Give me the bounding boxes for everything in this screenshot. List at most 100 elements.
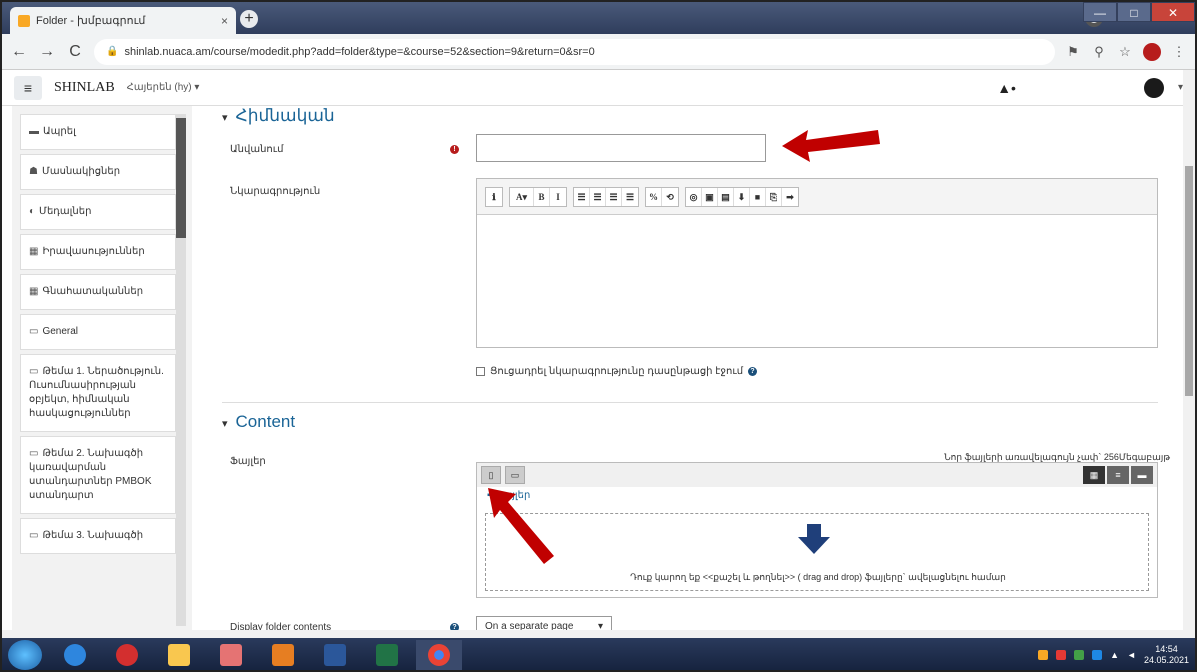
more-menu-icon[interactable]: ⋮ bbox=[1171, 44, 1187, 60]
notifications-icon[interactable]: ▲• bbox=[997, 80, 1016, 96]
editor-emoji-button[interactable]: ◎ bbox=[686, 187, 702, 206]
address-bar[interactable]: 🔒 shinlab.nuaca.am/course/modedit.php?ad… bbox=[94, 38, 1055, 65]
tray-app-icon[interactable] bbox=[1056, 650, 1067, 660]
sidebar-item-icon: ▭ bbox=[29, 326, 39, 337]
page-scrollbar[interactable] bbox=[1183, 70, 1195, 630]
create-folder-icon[interactable]: ▭ bbox=[505, 466, 525, 484]
new-tab-button[interactable]: + bbox=[240, 10, 258, 28]
editor-image-button[interactable]: ▣ bbox=[702, 187, 718, 206]
site-brand[interactable]: SHINLAB bbox=[54, 80, 115, 96]
editor-indent-button[interactable]: ☰ bbox=[622, 188, 638, 206]
description-label: Նկարագրություն bbox=[230, 186, 321, 197]
editor-style-button[interactable]: A▾ bbox=[510, 187, 534, 206]
help-icon[interactable]: ? bbox=[450, 623, 459, 630]
taskbar-clock[interactable]: 14:54 24.05.2021 bbox=[1144, 644, 1189, 666]
sidebar-item-label: Իրավասություններ bbox=[42, 246, 145, 257]
editor-record-video-button[interactable]: ■ bbox=[750, 187, 766, 206]
sidebar-item[interactable]: ▭ Թեմա 1. Ներածություն. Ուսումնասիրության… bbox=[20, 354, 176, 432]
section-general-header[interactable]: ▾ Հիմնական bbox=[222, 106, 335, 126]
taskbar-explorer[interactable] bbox=[156, 640, 202, 670]
sidebar-item-label: Մեդալներ bbox=[39, 206, 92, 217]
section-divider bbox=[222, 402, 1158, 403]
icon-view-button[interactable]: ▦ bbox=[1083, 466, 1105, 484]
editor-italic-button[interactable]: I bbox=[550, 188, 566, 206]
browser-tabbar: Folder - խմբագրում × + — □ ✕ bbox=[2, 2, 1195, 34]
sidebar-item-label: Ապրել bbox=[43, 126, 76, 137]
sidebar-item[interactable]: ▭ Թեմա 2. Նախագծի կառավարման ստանդարտներ … bbox=[20, 436, 176, 514]
user-avatar[interactable] bbox=[1143, 77, 1164, 98]
user-name-area[interactable] bbox=[1030, 83, 1130, 93]
close-window-button[interactable]: ✕ bbox=[1151, 2, 1195, 22]
taskbar-chrome[interactable] bbox=[416, 640, 462, 670]
drag-drop-zone[interactable]: Դուք կարող եք <<քաշել և թողնել>> ( drag … bbox=[485, 513, 1149, 591]
sidebar-item[interactable]: ▦ Իրավասություններ bbox=[20, 234, 176, 270]
volume-icon[interactable]: ◄ bbox=[1127, 650, 1136, 660]
page-scroll-thumb[interactable] bbox=[1185, 166, 1193, 396]
back-arrow-icon[interactable]: ← bbox=[10, 43, 28, 61]
reload-icon[interactable]: C bbox=[66, 43, 84, 61]
maximize-button[interactable]: □ bbox=[1117, 2, 1151, 22]
site-navbar: ≡ SHINLAB Հայերեն (hy) ▾ ▲• ▾ bbox=[2, 70, 1195, 106]
tray-app-icon[interactable] bbox=[1092, 650, 1103, 660]
editor-bold-button[interactable]: B bbox=[534, 187, 550, 206]
chrome-icon bbox=[428, 644, 450, 666]
search-icon[interactable]: ⚲ bbox=[1091, 44, 1107, 60]
internet-explorer-icon bbox=[64, 644, 86, 666]
editor-link-button[interactable]: % bbox=[646, 187, 662, 206]
add-file-icon[interactable]: ▯ bbox=[481, 466, 501, 484]
editor-unlink-button[interactable]: ⟲ bbox=[662, 188, 678, 206]
sidebar-scrollbar[interactable] bbox=[176, 114, 186, 626]
clock-date: 24.05.2021 bbox=[1143, 655, 1189, 665]
editor-toolbar: ℹ A▾ B I ☰ ☰ ☰ ☰ % ⟲ ◎ ▣ ▤ ⬇ ■ ⎘ ➡ bbox=[477, 179, 1157, 215]
editor-group: ◎ ▣ ▤ ⬇ ■ ⎘ ➡ bbox=[685, 186, 799, 207]
hamburger-menu-button[interactable]: ≡ bbox=[14, 75, 42, 100]
account-avatar-icon[interactable] bbox=[1143, 42, 1161, 61]
editor-ordered-list-button[interactable]: ☰ bbox=[590, 187, 606, 206]
start-button[interactable] bbox=[8, 640, 42, 670]
description-editor[interactable]: ℹ A▾ B I ☰ ☰ ☰ ☰ % ⟲ ◎ ▣ ▤ ⬇ ■ ⎘ ➡ bbox=[476, 178, 1158, 348]
editor-unordered-list-button[interactable]: ☰ bbox=[574, 187, 590, 206]
name-input[interactable] bbox=[476, 134, 766, 162]
sidebar-item-icon: ☗ bbox=[29, 166, 38, 177]
editor-group: ℹ bbox=[485, 186, 503, 207]
editor-media-button[interactable]: ▤ bbox=[718, 187, 734, 206]
sidebar-item[interactable]: ▬ Ապրել bbox=[20, 114, 176, 150]
opera-icon bbox=[116, 644, 138, 666]
sidebar-item[interactable]: ▭ General bbox=[20, 314, 176, 350]
network-icon[interactable]: ▲ bbox=[1110, 650, 1119, 660]
horizontal-scrollbar[interactable] bbox=[2, 630, 1195, 638]
select-caret-icon: ▾ bbox=[597, 621, 603, 630]
show-description-checkbox[interactable] bbox=[476, 367, 485, 376]
display-folder-select[interactable]: On a separate page ▾ bbox=[476, 616, 612, 630]
editor-h5p-button[interactable]: ⎘ bbox=[766, 187, 782, 206]
section-content-header[interactable]: ▾ Content bbox=[222, 412, 295, 432]
sidebar-item[interactable]: ☗ Մասնակիցներ bbox=[20, 154, 176, 190]
sidebar-scroll-thumb[interactable] bbox=[176, 118, 186, 238]
taskbar-paint[interactable] bbox=[208, 640, 254, 670]
name-label: Անվանում bbox=[230, 144, 284, 155]
list-view-button[interactable]: ≡ bbox=[1107, 466, 1129, 484]
help-icon[interactable]: ? bbox=[748, 367, 758, 376]
language-selector[interactable]: Հայերեն (hy) ▾ bbox=[127, 82, 200, 93]
tray-app-icon[interactable] bbox=[1038, 650, 1049, 660]
tray-app-icon[interactable] bbox=[1074, 650, 1085, 660]
taskbar-word[interactable] bbox=[312, 640, 358, 670]
minimize-button[interactable]: — bbox=[1083, 2, 1117, 22]
extension-icon[interactable]: ⚑ bbox=[1065, 44, 1081, 60]
sidebar-item[interactable]: ▭ Թեմա 3. Նախագծի bbox=[20, 518, 176, 554]
tree-view-button[interactable]: ▬ bbox=[1131, 466, 1153, 484]
taskbar-opera[interactable] bbox=[104, 640, 150, 670]
taskbar-ie[interactable] bbox=[52, 640, 98, 670]
sidebar-item[interactable]: ▦ Գնահատականներ bbox=[20, 274, 176, 310]
editor-outdent-button[interactable]: ☰ bbox=[606, 187, 622, 206]
taskbar-powerpoint[interactable] bbox=[260, 640, 306, 670]
taskbar-excel[interactable] bbox=[364, 640, 410, 670]
editor-more-button[interactable]: ➡ bbox=[782, 188, 798, 206]
tab-close-icon[interactable]: × bbox=[221, 14, 228, 28]
browser-tab[interactable]: Folder - խմբագրում × bbox=[10, 7, 236, 34]
editor-toggle-button[interactable]: ℹ bbox=[486, 188, 502, 206]
star-icon[interactable]: ☆ bbox=[1117, 44, 1133, 60]
forward-arrow-icon[interactable]: → bbox=[38, 43, 56, 61]
editor-record-audio-button[interactable]: ⬇ bbox=[734, 187, 750, 206]
sidebar-item[interactable]: ◐ Մեդալներ bbox=[20, 194, 176, 230]
